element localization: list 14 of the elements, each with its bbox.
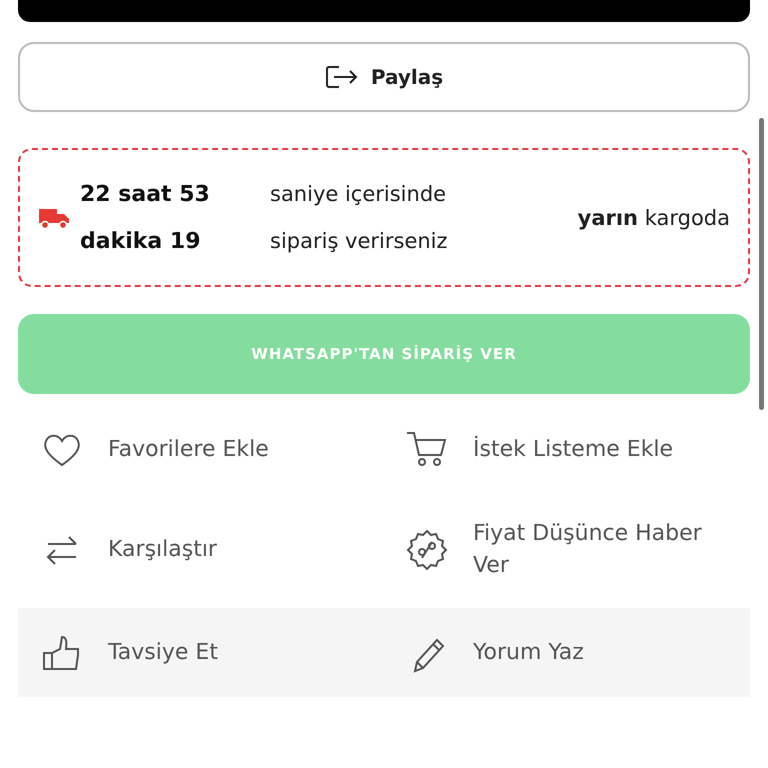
action-link[interactable]: Karşılaştır [108, 534, 217, 566]
action-link[interactable]: Yorum Yaz [473, 636, 584, 668]
action-link[interactable]: İstek Listeme Ekle [473, 434, 674, 466]
countdown-text: dakika 19 [80, 228, 202, 254]
countdown-text: 22 saat 53 [80, 182, 211, 206]
share-button[interactable]: Paylaş [18, 42, 750, 112]
share-icon [324, 63, 359, 91]
action-link[interactable]: Tavsiye Et [108, 636, 218, 668]
action-link[interactable]: Fiyat Düşünce Haber Ver [473, 518, 733, 582]
countdown-caption: saniye içerisinde [270, 182, 448, 206]
percent-badge-icon[interactable] [405, 528, 449, 572]
action-link[interactable]: Favorilere Ekle [108, 434, 269, 466]
delivery-text: yarın kargoda [578, 206, 730, 230]
countdown-caption: sipariş verirseniz [270, 228, 449, 254]
